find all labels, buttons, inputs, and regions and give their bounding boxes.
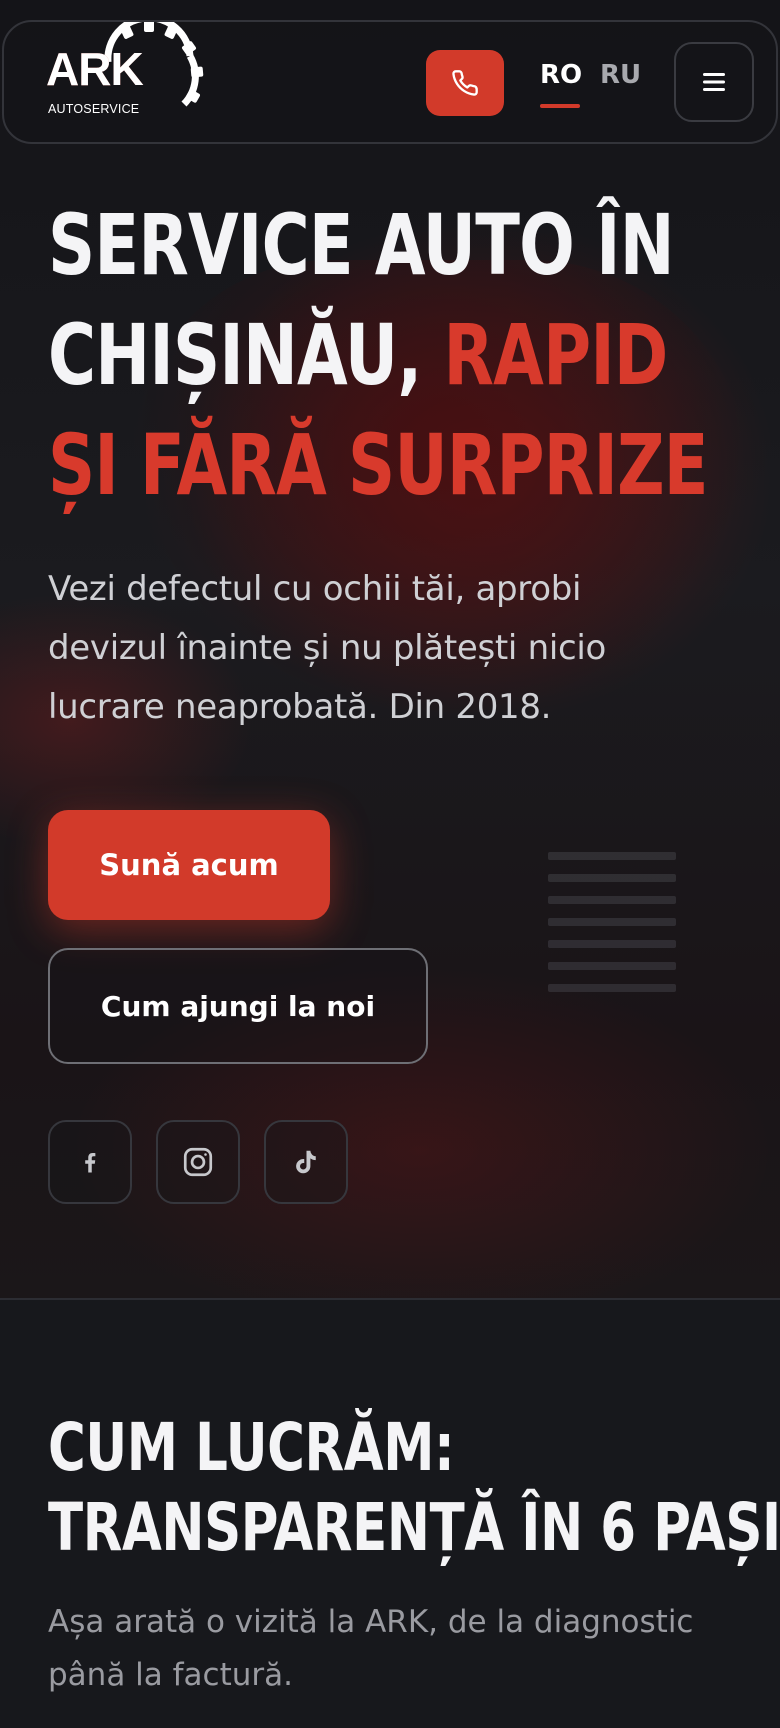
hero-subtitle: Vezi defectul cu ochii tăi, aprobi deviz… [48, 569, 607, 727]
active-language-indicator [540, 104, 580, 108]
call-button[interactable] [426, 50, 504, 116]
tiktok-link[interactable] [264, 1120, 348, 1204]
section-divider [0, 1298, 780, 1300]
background-vent [548, 984, 676, 992]
background-vent [548, 918, 676, 926]
process-section-subtitle: Așa arată o vizită la ARK, de la diagnos… [48, 1604, 694, 1693]
process-section-title: CUM LUCRĂM: TRANSPARENȚĂ ÎN 6 PAȘI [48, 1408, 780, 1568]
call-now-button[interactable]: Sună acum [48, 810, 330, 920]
facebook-icon [85, 1153, 96, 1173]
process-title-line2: TRANSPARENȚĂ ÎN 6 PAȘI [48, 1489, 780, 1566]
background-vent [548, 940, 676, 948]
hero-title-line2: CHIȘINĂU, RAPID [48, 300, 668, 410]
process-title-line1: CUM LUCRĂM: [48, 1409, 455, 1486]
facebook-link[interactable] [48, 1120, 132, 1204]
background-vent [548, 896, 676, 904]
hero-title-line2-white: CHIȘINĂU, [48, 306, 444, 404]
background-vent [548, 852, 676, 860]
hero-title-line3: ȘI FĂRĂ SURPRIZE [48, 416, 709, 514]
directions-button[interactable]: Cum ajungi la noi [48, 948, 428, 1064]
phone-icon [452, 70, 478, 96]
hero-title-line2-accent: RAPID [443, 306, 668, 404]
instagram-icon [183, 1147, 213, 1177]
logo-subtext: AUTOSERVICE [48, 102, 140, 116]
logo[interactable]: ARK AUTOSERVICE [44, 22, 204, 120]
language-ru[interactable]: RU [600, 60, 641, 90]
hero-title: SERVICE AUTO ÎN CHIȘINĂU, RAPID ȘI FĂRĂ … [48, 190, 709, 520]
logo-text: ARK [46, 43, 144, 95]
menu-icon [703, 73, 725, 91]
hero-title-line1: SERVICE AUTO ÎN [48, 196, 675, 294]
language-ro[interactable]: RO [540, 60, 582, 90]
tiktok-icon [296, 1150, 316, 1174]
background-vent [548, 962, 676, 970]
instagram-link[interactable] [156, 1120, 240, 1204]
background-vent [548, 874, 676, 882]
menu-button[interactable] [674, 42, 754, 122]
